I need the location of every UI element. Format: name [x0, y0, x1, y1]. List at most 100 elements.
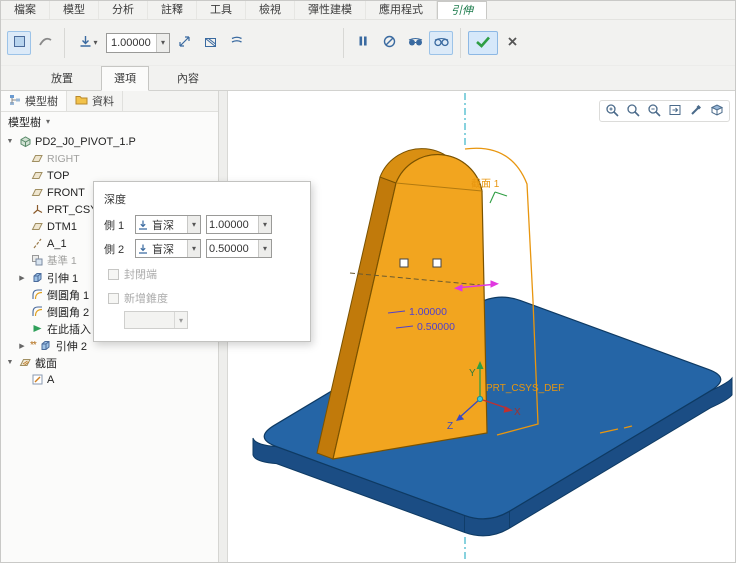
- tree-item-label: 引伸 2: [56, 338, 87, 354]
- chevron-down-icon: ▾: [46, 117, 50, 126]
- ribbon-tab-3[interactable]: 註釋: [148, 1, 197, 19]
- expand-arrow-closed-icon[interactable]: ▶: [17, 274, 27, 282]
- expand-arrow-open-icon[interactable]: ▼: [5, 359, 15, 366]
- regen-flag: **: [30, 340, 36, 351]
- dashboard-tab-bar: 放置選項內容: [1, 66, 735, 91]
- verify-feature-button[interactable]: [403, 31, 427, 55]
- options-panel: 深度 側 1 盲深 ▾ 1.00000 ▾ 側 2 盲深 ▾ 0.50000 ▾: [93, 181, 311, 342]
- chevron-down-icon[interactable]: ▾: [258, 216, 271, 233]
- extrude-surface-button[interactable]: [33, 31, 57, 55]
- depth-value[interactable]: 1.00000: [107, 37, 156, 49]
- ribbon-tab-2[interactable]: 分析: [99, 1, 148, 19]
- zoom-in-icon: [605, 103, 619, 120]
- model-tree-header[interactable]: 模型樹 ▾: [1, 112, 218, 131]
- group-icon: [30, 254, 44, 267]
- part-icon: [18, 135, 32, 148]
- tree-item-14[interactable]: A: [1, 371, 218, 388]
- ok-button[interactable]: [468, 31, 498, 55]
- tree-item-label: A: [47, 374, 54, 386]
- tree-item-0[interactable]: ▼ PD2_J0_PIVOT_1.P: [1, 133, 218, 150]
- remove-material-button[interactable]: [198, 31, 222, 55]
- tree-item-label: 截面: [35, 355, 57, 371]
- surface-icon: [38, 34, 53, 52]
- dashboard-toolbar: ▾ 1.00000 ▾: [1, 20, 735, 66]
- model-tree-icon: [9, 94, 21, 109]
- zoom-button[interactable]: [624, 103, 642, 119]
- dashboard-tab-0[interactable]: 放置: [39, 67, 85, 90]
- zoom-out-icon: [647, 103, 661, 120]
- display-style-button[interactable]: [708, 103, 726, 119]
- expand-arrow-closed-icon[interactable]: ▶: [17, 342, 27, 350]
- navigator-tab-label: 模型樹: [25, 93, 58, 109]
- extrude-solid-button[interactable]: [7, 31, 31, 55]
- add-taper-label: 新增錐度: [124, 290, 168, 306]
- chevron-down-icon: ▾: [174, 312, 187, 328]
- depth-type-dropdown[interactable]: ▾: [72, 31, 104, 55]
- tree-item-13[interactable]: ▼ 截面: [1, 354, 218, 371]
- toolbar-separator: [64, 28, 65, 58]
- axis-icon: [30, 237, 44, 250]
- flip-direction-icon: [177, 34, 192, 52]
- section-label[interactable]: 截面 1: [471, 177, 500, 190]
- ribbon-tab-6[interactable]: 彈性建模: [295, 1, 366, 19]
- dimension-side1[interactable]: 1.00000: [409, 306, 447, 318]
- axis-y-label: Y: [469, 368, 476, 379]
- chevron-down-icon[interactable]: ▾: [156, 34, 169, 52]
- ribbon-tab-7[interactable]: 應用程式: [366, 1, 437, 19]
- expand-arrow-open-icon[interactable]: ▼: [5, 138, 15, 145]
- ribbon-tab-0[interactable]: 檔案: [1, 1, 50, 19]
- tree-item-label: PD2_J0_PIVOT_1.P: [35, 136, 136, 148]
- zoom-icon: [626, 103, 640, 120]
- extrude-icon: [30, 271, 44, 284]
- side2-depth-type: 盲深: [150, 241, 187, 257]
- side2-depth-value-combobox[interactable]: 0.50000 ▾: [206, 239, 272, 258]
- pane-title-label: 模型樹: [8, 114, 41, 130]
- side1-depth-type: 盲深: [150, 217, 187, 233]
- remove-material-icon: [203, 34, 218, 52]
- side1-depth-value-combobox[interactable]: 1.00000 ▾: [206, 215, 272, 234]
- side2-depth-value[interactable]: 0.50000: [207, 243, 258, 255]
- pause-icon: [356, 34, 370, 51]
- chevron-down-icon[interactable]: ▾: [187, 216, 200, 233]
- navigator-tab-1[interactable]: 資料: [67, 91, 123, 111]
- attached-preview-button[interactable]: [429, 31, 453, 55]
- blind-depth-icon: [136, 243, 150, 255]
- side1-depth-value[interactable]: 1.00000: [207, 219, 258, 231]
- cancel-button[interactable]: [500, 31, 524, 55]
- tree-item-label: 倒圓角 1: [47, 287, 89, 303]
- tree-item-1[interactable]: RIGHT: [1, 150, 218, 167]
- toolbar-separator: [460, 28, 461, 58]
- navigator-tab-0[interactable]: 模型樹: [1, 91, 67, 111]
- creo-window: { "colors": { "ribbon_bg": "#f2f2f0", "a…: [0, 0, 736, 563]
- chevron-down-icon[interactable]: ▾: [258, 240, 271, 257]
- no-preview-button[interactable]: [377, 31, 401, 55]
- dimension-side2[interactable]: 0.50000: [417, 321, 455, 333]
- dashboard-tab-1[interactable]: 選項: [101, 66, 149, 91]
- side2-depth-type-combobox[interactable]: 盲深 ▾: [135, 239, 201, 258]
- thicken-sketch-button[interactable]: [224, 31, 248, 55]
- csys-name-label[interactable]: PRT_CSYS_DEF: [486, 383, 564, 394]
- ribbon-tab-5[interactable]: 檢視: [246, 1, 295, 19]
- extrude-preview-body[interactable]: [317, 149, 487, 459]
- ribbon-tab-4[interactable]: 工具: [197, 1, 246, 19]
- repaint-button[interactable]: [687, 103, 705, 119]
- zoom-out-button[interactable]: [645, 103, 663, 119]
- depth-value-combobox[interactable]: 1.00000 ▾: [106, 33, 170, 53]
- ribbon-tab-8[interactable]: 引伸: [437, 1, 487, 19]
- pause-button[interactable]: [351, 31, 375, 55]
- dashboard-tab-2[interactable]: 內容: [165, 67, 211, 90]
- add-taper-checkbox-row: 新增錐度: [108, 290, 300, 306]
- side1-label: 側 1: [104, 217, 130, 233]
- in-graphics-toolbar: [599, 100, 730, 122]
- ribbon-tab-1[interactable]: 模型: [50, 1, 99, 19]
- flip-direction-button[interactable]: [172, 31, 196, 55]
- tree-item-label: A_1: [47, 238, 67, 250]
- zoom-in-button[interactable]: [603, 103, 621, 119]
- toolbar-separator: [343, 28, 344, 58]
- refit-button[interactable]: [666, 103, 684, 119]
- csys-icon: [30, 203, 44, 216]
- side1-depth-type-combobox[interactable]: 盲深 ▾: [135, 215, 201, 234]
- ribbon-tab-bar: 檔案模型分析註釋工具檢視彈性建模應用程式引伸: [1, 1, 735, 20]
- tree-item-label: 倒圓角 2: [47, 304, 89, 320]
- chevron-down-icon[interactable]: ▾: [187, 240, 200, 257]
